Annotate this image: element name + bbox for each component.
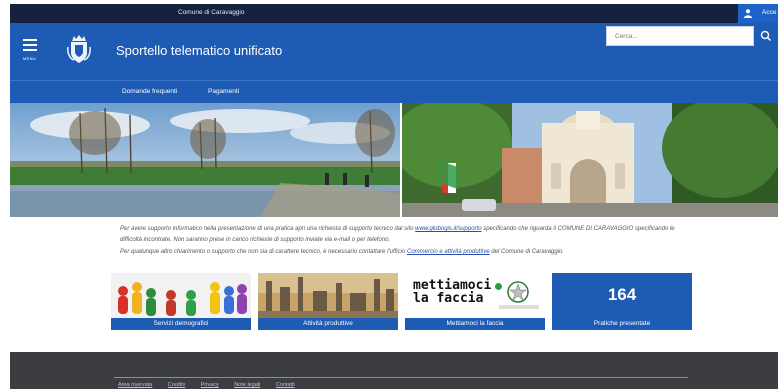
- site-footer: Area riservata Credits Privacy Note lega…: [10, 352, 778, 389]
- info-text: Per avere supporto informatico nella pre…: [120, 226, 416, 232]
- footer-links: Area riservata Credits Privacy Note lega…: [118, 382, 309, 388]
- support-info: Per avere supporto informatico nella pre…: [120, 224, 690, 258]
- hero-image-town-gate: [402, 103, 778, 217]
- site-header: MENU Sportello telematico unificato Cerc…: [10, 23, 778, 80]
- municipal-crest-logo[interactable]: [66, 33, 92, 65]
- tile-demographic-services[interactable]: Servizi demografici: [111, 273, 251, 330]
- green-dot-icon: [495, 283, 502, 290]
- office-link[interactable]: Commercio e attività produttive: [407, 249, 490, 255]
- footer-divider: [114, 377, 688, 378]
- page-title: Sportello telematico unificato: [116, 43, 283, 58]
- user-icon: [744, 9, 752, 18]
- footer-link-privacy[interactable]: Privacy: [201, 382, 219, 388]
- mettiamoci-logo-text: mettiamoci la faccia: [413, 279, 491, 305]
- menu-label: MENU: [23, 56, 36, 61]
- search-icon[interactable]: [756, 26, 776, 46]
- info-text: del Comune di Caravaggio.: [489, 249, 565, 255]
- info-text: Per qualunque altro chiarimento o suppor…: [120, 249, 407, 255]
- italian-republic-emblem-icon: [507, 281, 529, 303]
- tile-caption: Attività produttive: [258, 318, 398, 330]
- tile-submitted-practices[interactable]: 164 Pratiche presentate: [552, 273, 692, 330]
- tile-caption: Servizi demografici: [111, 318, 251, 330]
- hero-image-landscape: [10, 103, 400, 217]
- tile-caption: Mettiamoci la faccia: [405, 318, 545, 330]
- access-label: Acce: [762, 9, 777, 16]
- footer-link-credits[interactable]: Credits: [168, 382, 185, 388]
- access-button[interactable]: Acce: [738, 4, 778, 23]
- search-input[interactable]: Cerca...: [606, 26, 754, 46]
- tile-mettiamoci-la-faccia[interactable]: mettiamoci la faccia Mettiamoci la facci…: [405, 273, 545, 330]
- footer-link-legal-notes[interactable]: Note legali: [234, 382, 260, 388]
- office-info-paragraph: Per qualunque altro chiarimento o suppor…: [120, 247, 690, 258]
- footer-link-reserved-area[interactable]: Area riservata: [118, 382, 152, 388]
- menu-icon[interactable]: [23, 39, 37, 53]
- footer-link-contacts[interactable]: Contatti: [276, 382, 295, 388]
- tile-caption: Pratiche presentate: [593, 320, 651, 327]
- logo-line-2: la faccia: [413, 291, 484, 306]
- nav-item-faq[interactable]: Domande frequenti: [122, 88, 177, 95]
- top-bar: Comune di Caravaggio Acce: [10, 4, 778, 23]
- ministry-label: [499, 305, 539, 309]
- main-nav: Domande frequenti Pagamenti: [10, 80, 778, 103]
- nav-item-payments[interactable]: Pagamenti: [208, 88, 239, 95]
- tile-productive-activities[interactable]: Attività produttive: [258, 273, 398, 330]
- support-link[interactable]: www.globogis.it/supporto: [415, 226, 481, 232]
- municipality-link[interactable]: Comune di Caravaggio: [178, 9, 244, 16]
- support-info-paragraph: Per avere supporto informatico nella pre…: [120, 224, 690, 245]
- practices-count: 164: [607, 285, 637, 304]
